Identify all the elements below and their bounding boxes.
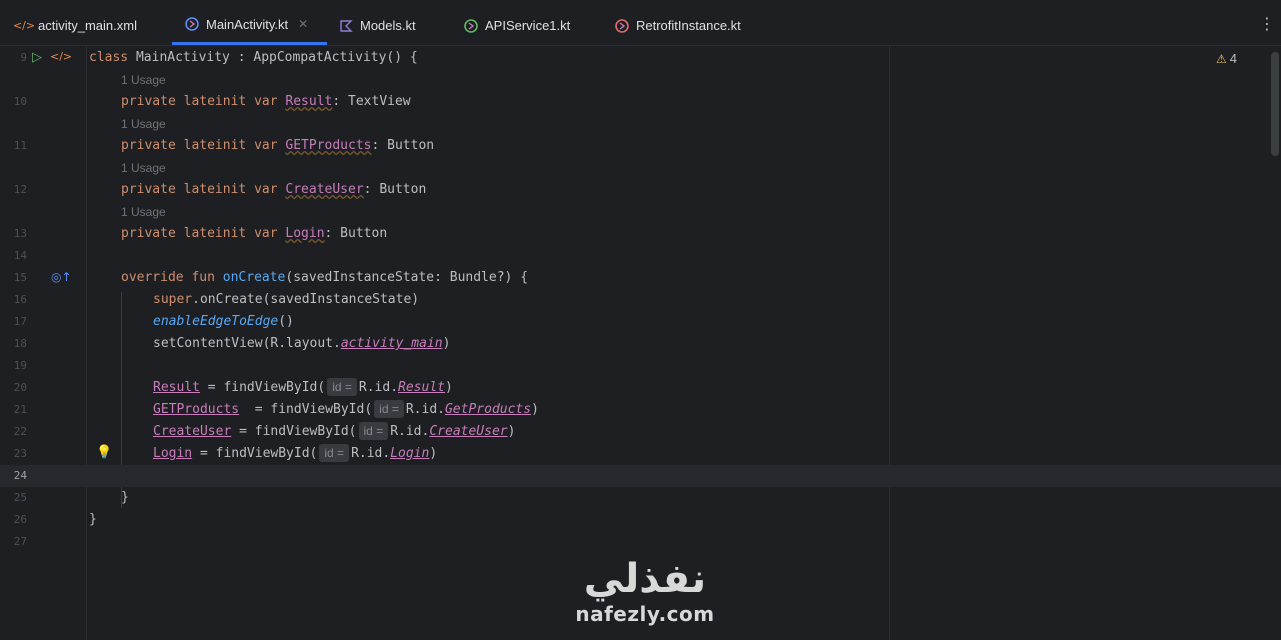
line-number: 15	[13, 271, 27, 284]
code-line-27[interactable]: 27	[0, 531, 1281, 553]
line-number: 14	[13, 249, 27, 262]
code-text: Login = findViewById(id = R.id.Login)	[153, 444, 438, 462]
line-number: 22	[13, 425, 27, 438]
kotlin-file-icon	[338, 18, 354, 34]
code-text: GETProducts = findViewById(id = R.id.GetP…	[153, 400, 539, 418]
tab-apiservice1-kt[interactable]: APIService1.kt	[463, 6, 570, 45]
code-text: }	[121, 490, 129, 505]
parameter-hint: id =	[358, 422, 389, 440]
code-line-14[interactable]: 14	[0, 245, 1281, 267]
usage-hint[interactable]: 1 Usage	[0, 113, 1281, 135]
code-line-18[interactable]: 18 setContentView(R.layout.activity_main…	[0, 333, 1281, 355]
xml-file-icon: </>	[12, 19, 36, 32]
code-text: enableEdgeToEdge()	[153, 314, 294, 329]
close-icon[interactable]: ✕	[298, 17, 308, 31]
tab-label: MainActivity.kt	[206, 16, 289, 32]
code-line-23[interactable]: 23 💡 Login = findViewById(id = R.id.Login…	[0, 443, 1281, 465]
line-number: 17	[13, 315, 27, 328]
tab-label: RetrofitInstance.kt	[636, 18, 741, 33]
watermark-logo: نفذلي nafezly.com	[560, 556, 730, 626]
code-line-21[interactable]: 21 GETProducts = findViewById(id = R.id.G…	[0, 399, 1281, 421]
tab-activity-main-xml[interactable]: </> activity_main.xml	[12, 6, 137, 45]
line-number: 23	[13, 447, 27, 460]
line-number: 26	[13, 513, 27, 526]
line-number: 19	[13, 359, 27, 372]
code-text: super.onCreate(savedInstanceState)	[153, 292, 420, 307]
line-number: 27	[13, 535, 27, 548]
line-number: 16	[13, 293, 27, 306]
code-text: private lateinit var CreateUser: Button	[121, 182, 427, 197]
kotlin-interface-icon	[463, 18, 479, 34]
line-number: 9	[20, 51, 27, 64]
usage-hint[interactable]: 1 Usage	[0, 157, 1281, 179]
tab-models-kt[interactable]: Models.kt	[338, 6, 416, 45]
code-line-20[interactable]: 20 Result = findViewById(id = R.id.Result…	[0, 377, 1281, 399]
tab-main-activity-kt[interactable]: MainActivity.kt ✕	[172, 6, 327, 45]
line-number: 20	[13, 381, 27, 394]
more-options-icon[interactable]: ⋮	[1259, 14, 1275, 33]
code-line-16[interactable]: 16 super.onCreate(savedInstanceState)	[0, 289, 1281, 311]
code-line-12[interactable]: 12 private lateinit var CreateUser: Butt…	[0, 179, 1281, 201]
code-line-10[interactable]: 10 private lateinit var Result: TextView	[0, 91, 1281, 113]
code-text: private lateinit var GETProducts: Button	[121, 138, 435, 153]
parameter-hint: id =	[374, 400, 404, 418]
line-number: 24	[13, 469, 27, 482]
code-text: override fun onCreate(savedInstanceState…	[121, 270, 529, 285]
tab-label: activity_main.xml	[38, 18, 137, 33]
code-text: setContentView(R.layout.activity_main)	[153, 336, 451, 351]
code-line-17[interactable]: 17 enableEdgeToEdge()	[0, 311, 1281, 333]
code-text: }	[89, 512, 97, 527]
code-line-9[interactable]: 9 ▷ </> class MainActivity : AppCompatAc…	[0, 47, 1281, 69]
usage-hint[interactable]: 1 Usage	[0, 201, 1281, 223]
watermark-arabic: نفذلي	[583, 556, 707, 602]
code-line-13[interactable]: 13 private lateinit var Login: Button	[0, 223, 1281, 245]
parameter-hint: id =	[319, 444, 350, 462]
code-line-11[interactable]: 11 private lateinit var GETProducts: But…	[0, 135, 1281, 157]
code-line-25[interactable]: 25 }	[0, 487, 1281, 509]
code-text: private lateinit var Login: Button	[121, 226, 388, 241]
code-line-19[interactable]: 19	[0, 355, 1281, 377]
override-method-icon[interactable]: ◎↑	[51, 270, 72, 284]
kotlin-object-icon	[614, 18, 630, 34]
line-number: 21	[13, 403, 27, 416]
code-line-22[interactable]: 22 CreateUser = findViewById(id = R.id.Cr…	[0, 421, 1281, 443]
code-line-24-current[interactable]: 24	[0, 465, 1281, 487]
watermark-latin: nafezly.com	[575, 602, 715, 626]
tab-label: APIService1.kt	[485, 18, 571, 33]
run-icon[interactable]: ▷	[32, 50, 42, 65]
tab-retrofit-instance-kt[interactable]: RetrofitInstance.kt	[614, 6, 741, 45]
kotlin-class-icon	[184, 16, 200, 32]
line-number: 18	[13, 337, 27, 350]
line-number: 25	[13, 491, 27, 504]
line-number: 11	[13, 139, 27, 152]
line-number: 10	[13, 95, 27, 108]
lightbulb-icon[interactable]: 💡	[96, 445, 112, 460]
code-text: private lateinit var Result: TextView	[121, 94, 411, 109]
usage-hint[interactable]: 1 Usage	[0, 69, 1281, 91]
line-number: 13	[13, 227, 27, 240]
code-text: class MainActivity : AppCompatActivity()…	[89, 50, 418, 65]
code-text: Result = findViewById(id = R.id.Result)	[153, 378, 453, 396]
line-number: 12	[13, 183, 27, 196]
code-line-26[interactable]: 26 }	[0, 509, 1281, 531]
layout-preview-icon[interactable]: </>	[50, 50, 72, 63]
code-line-15[interactable]: 15 ◎↑ override fun onCreate(savedInstanc…	[0, 267, 1281, 289]
parameter-hint: id =	[327, 378, 357, 396]
tab-label: Models.kt	[360, 18, 416, 33]
code-text: CreateUser = findViewById(id = R.id.Creat…	[153, 422, 516, 440]
editor-tab-bar: </> activity_main.xml MainActivity.kt ✕ …	[0, 0, 1281, 46]
